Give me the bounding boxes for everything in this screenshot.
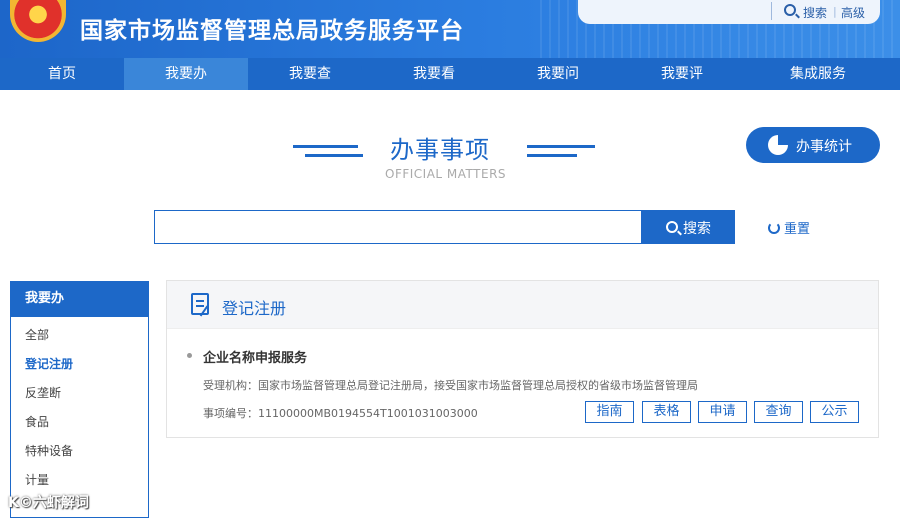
nav-item-ask[interactable]: 我要问 bbox=[496, 58, 620, 90]
site-title: 国家市场监督管理总局政务服务平台 bbox=[80, 18, 464, 44]
header-search-separator: | bbox=[833, 5, 837, 18]
sidebar-item-metrology[interactable]: 计量 bbox=[11, 466, 148, 495]
category-sidebar: 我要办 全部 登记注册 反垄断 食品 特种设备 计量 bbox=[10, 281, 149, 518]
service-panel: 登记注册 企业名称申报服务 受理机构：国家市场监督管理总局登记注册局，接受国家市… bbox=[166, 280, 879, 438]
reset-button-label: 重置 bbox=[784, 222, 811, 237]
header-search-divider bbox=[771, 2, 772, 20]
section-subtitle: OFFICIAL MATTERS bbox=[385, 167, 507, 181]
sidebar-item-registration[interactable]: 登记注册 bbox=[11, 350, 148, 379]
refresh-icon bbox=[768, 222, 780, 234]
bullet-icon bbox=[187, 353, 192, 358]
query-button[interactable]: 查询 bbox=[754, 401, 803, 423]
service-code: 事项编号：11100000MB0194554T1001031003000 bbox=[203, 407, 478, 420]
site-header: 国家市场监督管理总局政务服务平台 搜索 | 高级 bbox=[0, 0, 900, 58]
pie-chart-icon bbox=[768, 135, 788, 155]
nav-item-handle[interactable]: 我要办 bbox=[124, 58, 248, 90]
search-icon[interactable] bbox=[784, 4, 796, 16]
nav-item-evaluate[interactable]: 我要评 bbox=[620, 58, 744, 90]
header-advanced-search-link[interactable]: 高级 bbox=[841, 4, 865, 21]
service-name[interactable]: 企业名称申报服务 bbox=[203, 347, 307, 366]
nav-item-view[interactable]: 我要看 bbox=[372, 58, 496, 90]
reset-button[interactable]: 重置 bbox=[768, 218, 810, 237]
panel-title: 登记注册 bbox=[222, 299, 287, 318]
service-agency: 受理机构：国家市场监督管理总局登记注册局，接受国家市场监督管理总局授权的省级市场… bbox=[203, 379, 698, 392]
sidebar-header: 我要办 bbox=[11, 281, 148, 317]
guide-button[interactable]: 指南 bbox=[585, 401, 634, 423]
statistics-button[interactable]: 办事统计 bbox=[746, 127, 880, 163]
title-decoration-line bbox=[305, 154, 363, 157]
section-title: 办事事项 bbox=[390, 136, 490, 164]
panel-header: 登记注册 bbox=[167, 281, 878, 329]
statistics-button-label: 办事统计 bbox=[796, 139, 852, 155]
sidebar-item-antimonopoly[interactable]: 反垄断 bbox=[11, 379, 148, 408]
search-button[interactable]: 搜索 bbox=[641, 210, 735, 244]
watermark: K©六虾解词 bbox=[8, 495, 89, 511]
form-button[interactable]: 表格 bbox=[642, 401, 691, 423]
nav-item-query[interactable]: 我要查 bbox=[248, 58, 372, 90]
search-icon bbox=[666, 221, 678, 233]
search-input[interactable] bbox=[154, 210, 641, 244]
main-nav: 首页 我要办 我要查 我要看 我要问 我要评 集成服务 bbox=[0, 58, 900, 90]
search-button-label: 搜索 bbox=[683, 221, 711, 237]
title-decoration-line bbox=[527, 154, 577, 157]
header-search-button[interactable]: 搜索 bbox=[803, 4, 827, 21]
sidebar-item-special-equipment[interactable]: 特种设备 bbox=[11, 437, 148, 466]
national-emblem-icon bbox=[10, 0, 66, 42]
publicity-button[interactable]: 公示 bbox=[810, 401, 859, 423]
nav-item-home[interactable]: 首页 bbox=[0, 58, 124, 90]
document-edit-icon bbox=[191, 293, 209, 315]
apply-button[interactable]: 申请 bbox=[698, 401, 747, 423]
sidebar-item-food[interactable]: 食品 bbox=[11, 408, 148, 437]
title-decoration-line bbox=[527, 145, 595, 148]
nav-item-integrated-services[interactable]: 集成服务 bbox=[744, 58, 892, 90]
title-decoration-line bbox=[293, 145, 358, 148]
sidebar-item-all[interactable]: 全部 bbox=[11, 321, 148, 350]
